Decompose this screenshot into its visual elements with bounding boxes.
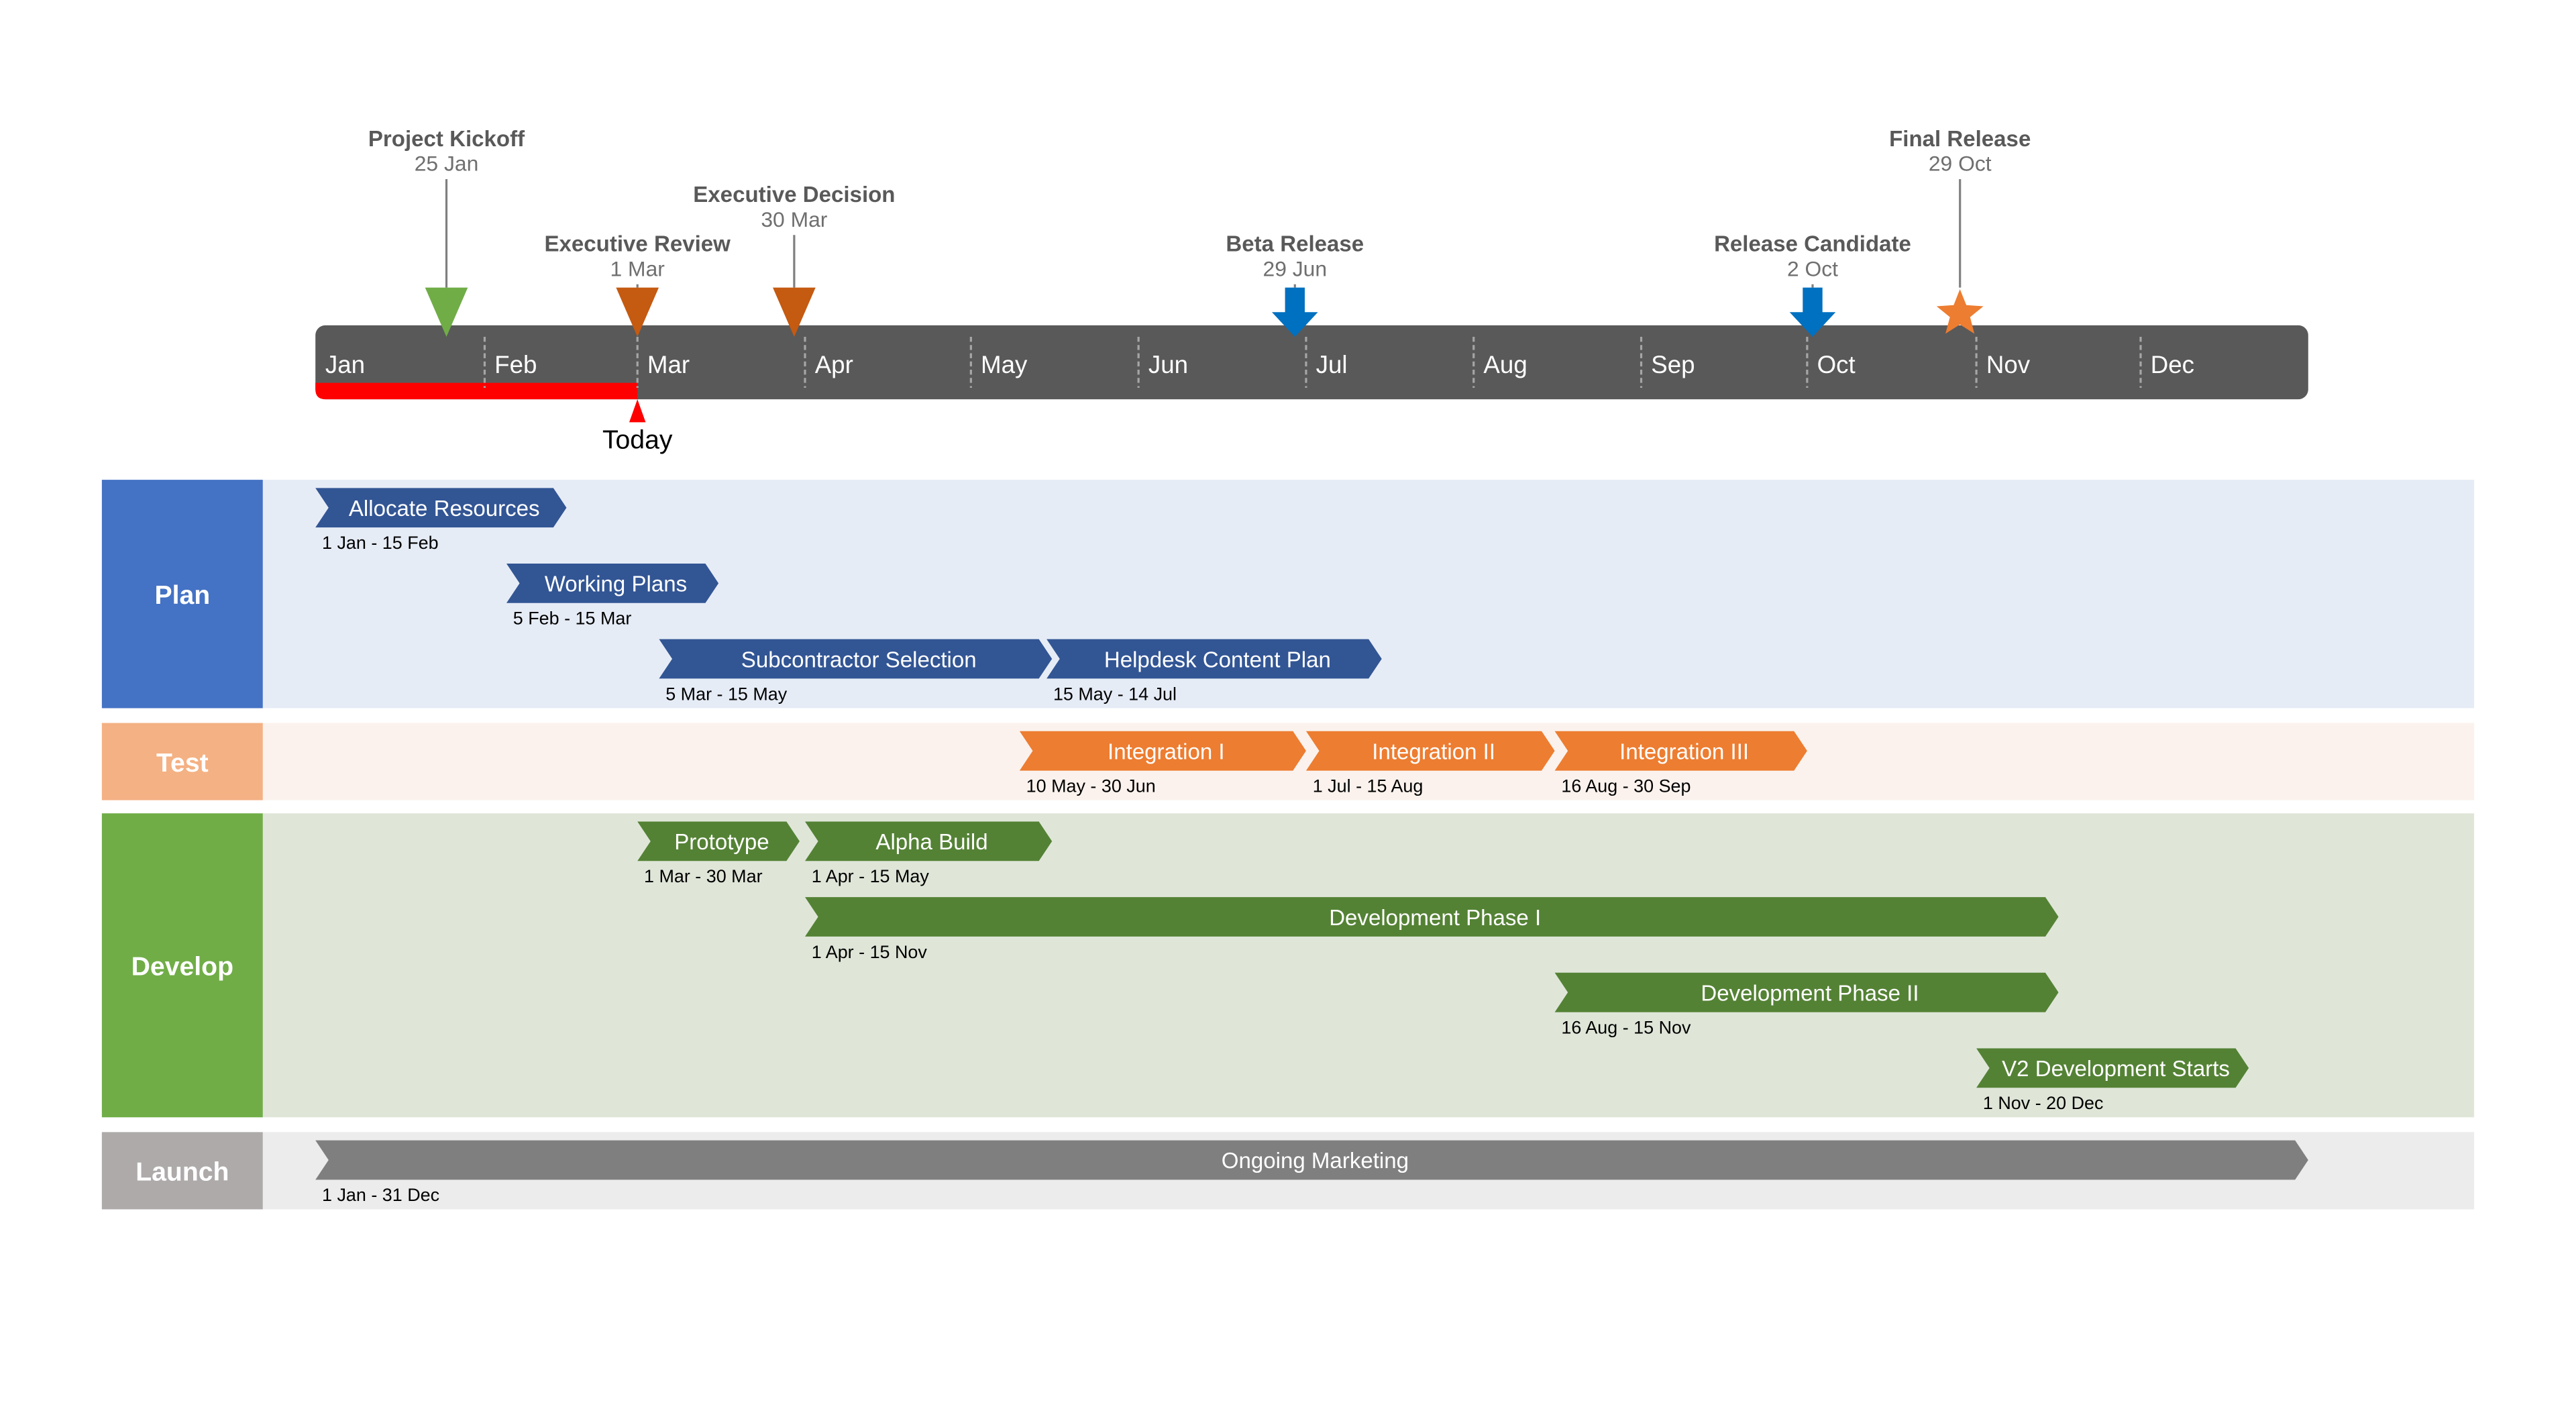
milestone: Project Kickoff25 Jan [368, 127, 525, 337]
task-label: Alpha Build [875, 830, 987, 855]
milestone: Release Candidate2 Oct [1714, 232, 1911, 337]
milestone-title: Project Kickoff [368, 127, 525, 152]
month-label-feb: Feb [494, 351, 537, 378]
swimlane-test: Test Integration I 10 May - 30 Jun Integrat… [101, 723, 2475, 800]
task-date-range: 1 Jan - 15 Feb [322, 533, 439, 553]
swimlane-label: Test [156, 749, 209, 778]
milestone-title: Beta Release [1226, 232, 1364, 257]
milestone: Beta Release29 Jun [1226, 232, 1364, 337]
month-label-aug: Aug [1483, 351, 1527, 378]
task-label: Ongoing Marketing [1222, 1149, 1409, 1173]
task-date-range: 1 Nov - 20 Dec [1983, 1093, 2104, 1113]
task-label: Development Phase I [1329, 906, 1541, 931]
task-label: Development Phase II [1701, 981, 1919, 1006]
milestone: Final Release29 Oct [1889, 127, 2031, 334]
month-label-may: May [981, 351, 1028, 378]
swimlane-label: Plan [154, 581, 210, 610]
milestone-date: 29 Oct [1929, 152, 1992, 176]
milestone-date: 25 Jan [415, 152, 479, 176]
milestone-date: 2 Oct [1787, 256, 1838, 280]
month-label-mar: Mar [647, 351, 690, 378]
today-progress-bar [315, 382, 638, 400]
month-label-dec: Dec [2151, 351, 2194, 378]
milestone-date: 29 Jun [1263, 256, 1328, 280]
today-marker-icon [629, 399, 646, 423]
milestone: Executive Decision30 Mar [693, 182, 896, 337]
task-label: Working Plans [545, 572, 687, 597]
month-label-jun: Jun [1148, 351, 1188, 378]
milestone-title: Final Release [1889, 127, 2031, 152]
task-date-range: 10 May - 30 Jun [1026, 776, 1156, 796]
task-date-range: 1 Mar - 30 Mar [644, 866, 763, 886]
gantt-chart-svg: Today Jan Feb Mar Apr May Jun Jul Aug Sep Oct Nov De… [101, 127, 2475, 1210]
today-label: Today [602, 426, 673, 455]
task-date-range: 16 Aug - 30 Sep [1561, 776, 1690, 796]
milestone-date: 1 Mar [610, 256, 665, 280]
milestone: Executive Review1 Mar [545, 232, 731, 337]
milestone-title: Release Candidate [1714, 232, 1911, 257]
swimlane-label: Launch [136, 1158, 229, 1187]
month-label-jul: Jul [1316, 351, 1348, 378]
task-date-range: 5 Feb - 15 Mar [513, 609, 632, 629]
swimlane-plan: Plan Allocate Resources 1 Jan - 15 Feb Work… [101, 480, 2475, 709]
month-label-apr: Apr [815, 351, 853, 378]
task-label: Allocate Resources [349, 496, 540, 521]
month-label-oct: Oct [1817, 351, 1856, 378]
milestone-title: Executive Decision [693, 182, 895, 207]
month-label-jan: Jan [325, 351, 365, 378]
task-date-range: 1 Apr - 15 Nov [812, 942, 928, 962]
task-date-range: 1 Jul - 15 Aug [1313, 776, 1424, 796]
task-label: Integration III [1619, 739, 1749, 764]
task-date-range: 1 Jan - 31 Dec [322, 1185, 439, 1205]
task-label: Helpdesk Content Plan [1104, 647, 1331, 672]
task-date-range: 15 May - 14 Jul [1053, 684, 1177, 704]
month-label-sep: Sep [1651, 351, 1695, 378]
month-label-nov: Nov [1986, 351, 2031, 378]
task-label: V2 Development Starts [2002, 1057, 2230, 1082]
task-label: Integration II [1372, 739, 1495, 764]
swimlane-label: Develop [131, 952, 233, 981]
task-date-range: 5 Mar - 15 May [665, 684, 788, 704]
task-label: Integration I [1108, 739, 1225, 764]
milestone-title: Executive Review [545, 232, 731, 257]
task-label: Prototype [674, 830, 769, 855]
swimlane-develop: Develop Prototype 1 Mar - 30 Mar Alpha Buil… [101, 813, 2475, 1118]
swimlane-launch: Launch Ongoing Marketing 1 Jan - 31 Dec [101, 1132, 2475, 1210]
task-date-range: 1 Apr - 15 May [812, 866, 930, 886]
task-date-range: 16 Aug - 15 Nov [1561, 1017, 1691, 1037]
milestone-date: 30 Mar [761, 207, 827, 231]
task-label: Subcontractor Selection [741, 647, 977, 672]
timeline-chart: Today Jan Feb Mar Apr May Jun Jul Aug Sep Oct Nov De… [0, 0, 2576, 1415]
